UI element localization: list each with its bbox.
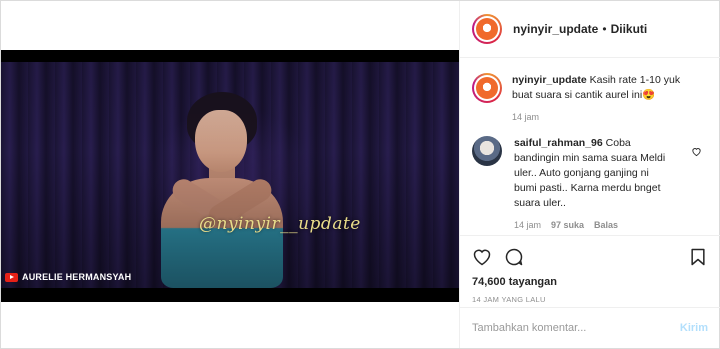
list-item: saiful_rahman_96 Coba bandingin min sama… xyxy=(472,136,708,230)
comment-time[interactable]: 14 jam xyxy=(514,220,541,230)
avatar[interactable] xyxy=(472,14,502,44)
post-actions: 74,600 tayangan 14 JAM YANG LALU xyxy=(460,235,720,304)
reply-button[interactable]: Balas xyxy=(594,220,618,230)
caption: nyinyir_update Kasih rate 1-10 yuk buat … xyxy=(472,73,708,122)
caption-username[interactable]: nyinyir_update xyxy=(512,74,587,86)
post-header: nyinyir_update • Diikuti xyxy=(460,1,720,58)
comment-likes[interactable]: 97 suka xyxy=(551,220,584,230)
channel-name: AURELIE HERMANSYAH xyxy=(22,272,132,282)
youtube-icon xyxy=(5,272,18,282)
video-player[interactable]: @nyinyir__update AURELIE HERMANSYAH xyxy=(1,50,459,302)
view-count[interactable]: 74,600 tayangan xyxy=(472,276,708,288)
caption-time[interactable]: 14 jam xyxy=(512,112,539,122)
post-sidebar: nyinyir_update • Diikuti nyinyir_update … xyxy=(459,1,720,348)
avatar[interactable] xyxy=(472,136,502,166)
bookmark-icon[interactable] xyxy=(688,247,708,267)
comment-icon[interactable] xyxy=(504,247,524,267)
heart-icon[interactable] xyxy=(472,247,492,267)
avatar[interactable] xyxy=(472,73,502,103)
heart-icon[interactable] xyxy=(691,146,702,157)
add-comment-bar: Kirim xyxy=(460,307,720,348)
video-frame: @nyinyir__update AURELIE HERMANSYAH xyxy=(1,62,459,288)
follow-status-button[interactable]: Diikuti xyxy=(611,22,648,36)
send-button[interactable]: Kirim xyxy=(680,322,708,334)
post-time[interactable]: 14 JAM YANG LALU xyxy=(472,295,708,304)
header-separator: • xyxy=(602,22,607,36)
comment-input[interactable] xyxy=(472,322,672,334)
channel-tag: AURELIE HERMANSYAH xyxy=(5,272,131,282)
comments-list: nyinyir_update Kasih rate 1-10 yuk buat … xyxy=(460,59,720,235)
post-media: @nyinyir__update AURELIE HERMANSYAH xyxy=(1,1,459,348)
header-username[interactable]: nyinyir_update xyxy=(513,22,598,36)
instagram-post: @nyinyir__update AURELIE HERMANSYAH nyin… xyxy=(0,0,720,349)
comment-username[interactable]: saiful_rahman_96 xyxy=(514,137,603,149)
video-watermark: @nyinyir__update xyxy=(199,214,361,234)
